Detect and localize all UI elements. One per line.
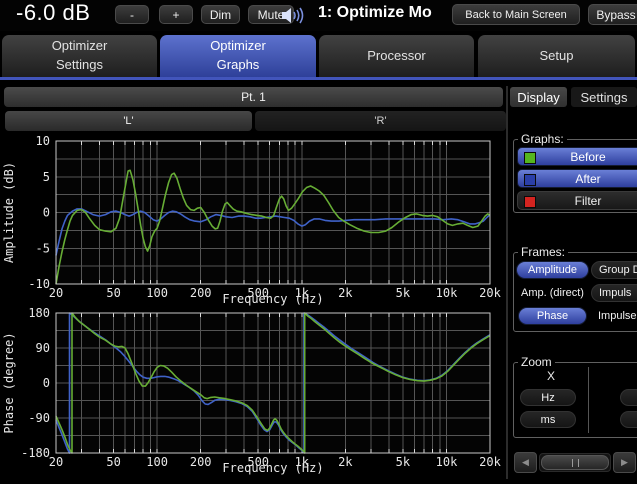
zoom-hz-button[interactable]: Hz [520,389,576,406]
svg-text:-90: -90 [28,411,50,425]
frame-amplitude-button[interactable]: Amplitude [516,261,589,279]
svg-text:10: 10 [36,134,50,148]
svg-text:50: 50 [106,455,120,469]
tab-setup[interactable]: Setup [478,35,635,77]
svg-text:Frequency (Hz): Frequency (Hz) [222,292,323,306]
dim-button[interactable]: Dim [201,5,240,24]
zoom-column-divider [588,367,589,433]
svg-text:90: 90 [36,341,50,355]
frame-impulse-button[interactable]: Impulse [591,307,637,325]
svg-text:20k: 20k [479,286,501,300]
svg-text:0: 0 [43,376,50,390]
volume-down-button[interactable]: - [115,5,149,24]
scroll-left-button[interactable]: ◀ [514,452,537,473]
svg-text:20: 20 [49,286,63,300]
svg-text:2k: 2k [338,286,353,300]
zoom-group: Zoom X Hz ms [513,355,637,438]
svg-text:Phase (degree): Phase (degree) [2,332,16,433]
measurement-point-bar[interactable]: Pt. 1 [4,87,503,107]
scroll-left-icon: ◀ [522,457,529,467]
zoom-group-label: Zoom [518,355,555,369]
svg-text:10k: 10k [436,455,458,469]
filter-label: Filter [574,193,602,208]
scrollbar-thumb[interactable] [541,455,609,470]
frames-group: Frames: Amplitude Group D Amp. (direct) … [513,245,637,332]
volume-up-button[interactable]: + [159,5,193,24]
after-swatch-icon [524,174,536,186]
tab-label: Processor [367,47,426,63]
active-tab-underline [0,77,637,80]
zoom-y-button-1[interactable] [620,389,637,406]
svg-text:500: 500 [247,455,269,469]
zoom-x-column-label: X [546,369,555,383]
phase-response-chart: 20 50 100 200 500 1k 2k 5k 10k 20k 180 90 0 -90 -180 Fr… [0,306,508,479]
tab-label: Graphs [216,57,260,72]
svg-text:100: 100 [146,286,168,300]
svg-text:1k: 1k [295,455,310,469]
svg-text:2k: 2k [338,455,353,469]
zoom-ms-button[interactable]: ms [520,411,576,428]
graphs-group: Graphs: Before After Filter [513,132,637,213]
svg-text:50: 50 [106,286,120,300]
scrollbar-grip-icon [571,458,579,467]
svg-text:100: 100 [146,455,168,469]
bypass-button[interactable]: Bypass [588,4,637,25]
svg-text:500: 500 [247,286,269,300]
top-bar: -6.0 dB - + Dim Mute 1: Optimize Mo Back… [0,0,637,31]
tab-label: Setup [539,47,574,63]
svg-text:10k: 10k [436,286,458,300]
amplitude-response-chart: 20 50 100 200 500 1k 2k 5k 10k 20k 10 5 0 -5 -10 Freque… [0,132,508,310]
tab-settings-panel[interactable]: Settings [571,87,637,107]
speaker-volume-icon [281,6,306,30]
svg-text:20k: 20k [479,455,501,469]
svg-text:180: 180 [28,306,50,320]
svg-text:1k: 1k [295,286,310,300]
svg-text:-180: -180 [21,446,50,460]
frame-phase-button[interactable]: Phase [518,307,587,325]
frame-impulse-direct-button[interactable]: Impuls [591,284,637,302]
before-toggle-button[interactable]: Before [517,147,637,166]
frames-group-label: Frames: [518,245,569,259]
scroll-right-button[interactable]: ▶ [613,452,636,473]
frame-amp-direct-button[interactable]: Amp. (direct) [514,284,591,302]
tab-label: Optimizer [51,38,108,54]
svg-text:-5: -5 [36,241,50,255]
tab-channel-right[interactable]: 'R' [255,111,506,131]
before-swatch-icon [524,152,536,164]
preset-title: 1: Optimize Mo [318,4,432,21]
tab-label: Optimizer [210,38,266,54]
svg-text:200: 200 [190,286,212,300]
svg-text:5k: 5k [396,286,411,300]
frame-group-delay-button[interactable]: Group D [591,261,637,279]
filter-toggle-button[interactable]: Filter [517,191,637,210]
svg-text:200: 200 [190,455,212,469]
svg-text:-10: -10 [28,277,50,291]
tab-optimizer-graphs[interactable]: Optimizer Graphs [160,35,316,77]
svg-text:5: 5 [43,170,50,184]
panel-divider [506,86,508,479]
scroll-right-icon: ▶ [621,457,628,467]
tab-label: Settings [56,57,103,72]
svg-text:0: 0 [43,206,50,220]
svg-text:20: 20 [49,455,63,469]
filter-swatch-icon [524,196,536,208]
tab-channel-left[interactable]: 'L' [5,111,252,131]
tab-processor[interactable]: Processor [319,35,474,77]
graphs-group-label: Graphs: [518,132,567,146]
zoom-y-button-2[interactable] [620,411,637,428]
master-volume-readout: -6.0 dB [16,0,91,25]
after-label: After [575,171,601,186]
tab-display[interactable]: Display [510,87,567,107]
svg-text:Amplitude (dB): Amplitude (dB) [2,162,16,263]
back-to-main-screen-button[interactable]: Back to Main Screen [452,4,580,25]
tab-optimizer-settings[interactable]: Optimizer Settings [2,35,157,77]
svg-text:Frequency (Hz): Frequency (Hz) [222,461,323,475]
before-label: Before [570,149,606,164]
after-toggle-button[interactable]: After [517,169,637,188]
svg-text:5k: 5k [396,455,411,469]
